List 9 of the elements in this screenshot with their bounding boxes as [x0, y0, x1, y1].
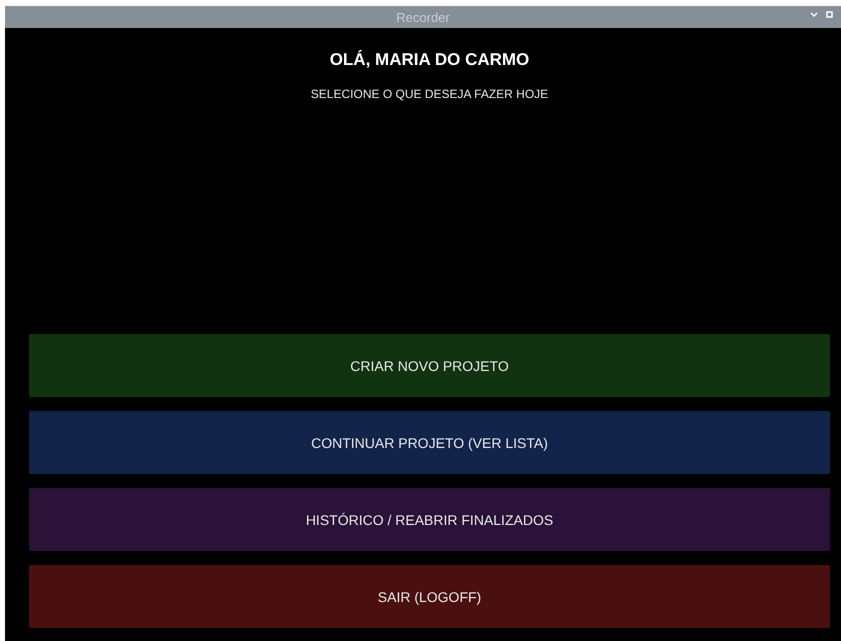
maximize-icon[interactable]	[826, 11, 833, 18]
window-title: Recorder	[396, 10, 450, 24]
action-button[interactable]: HISTÓRICO / REABRIR FINALIZADOS	[29, 488, 830, 551]
greeting-heading: OLÁ, MARIA DO CARMO	[328, 50, 530, 70]
action-button[interactable]: CRIAR NOVO PROJETO	[29, 334, 830, 397]
minimize-icon[interactable]	[810, 12, 818, 18]
action-button[interactable]: SAIR (LOGOFF)	[29, 565, 830, 628]
subtitle: SELECIONE O QUE DESEJA FAZER HOJE	[310, 87, 550, 101]
action-button[interactable]: CONTINUAR PROJETO (VER LISTA)	[29, 411, 830, 474]
